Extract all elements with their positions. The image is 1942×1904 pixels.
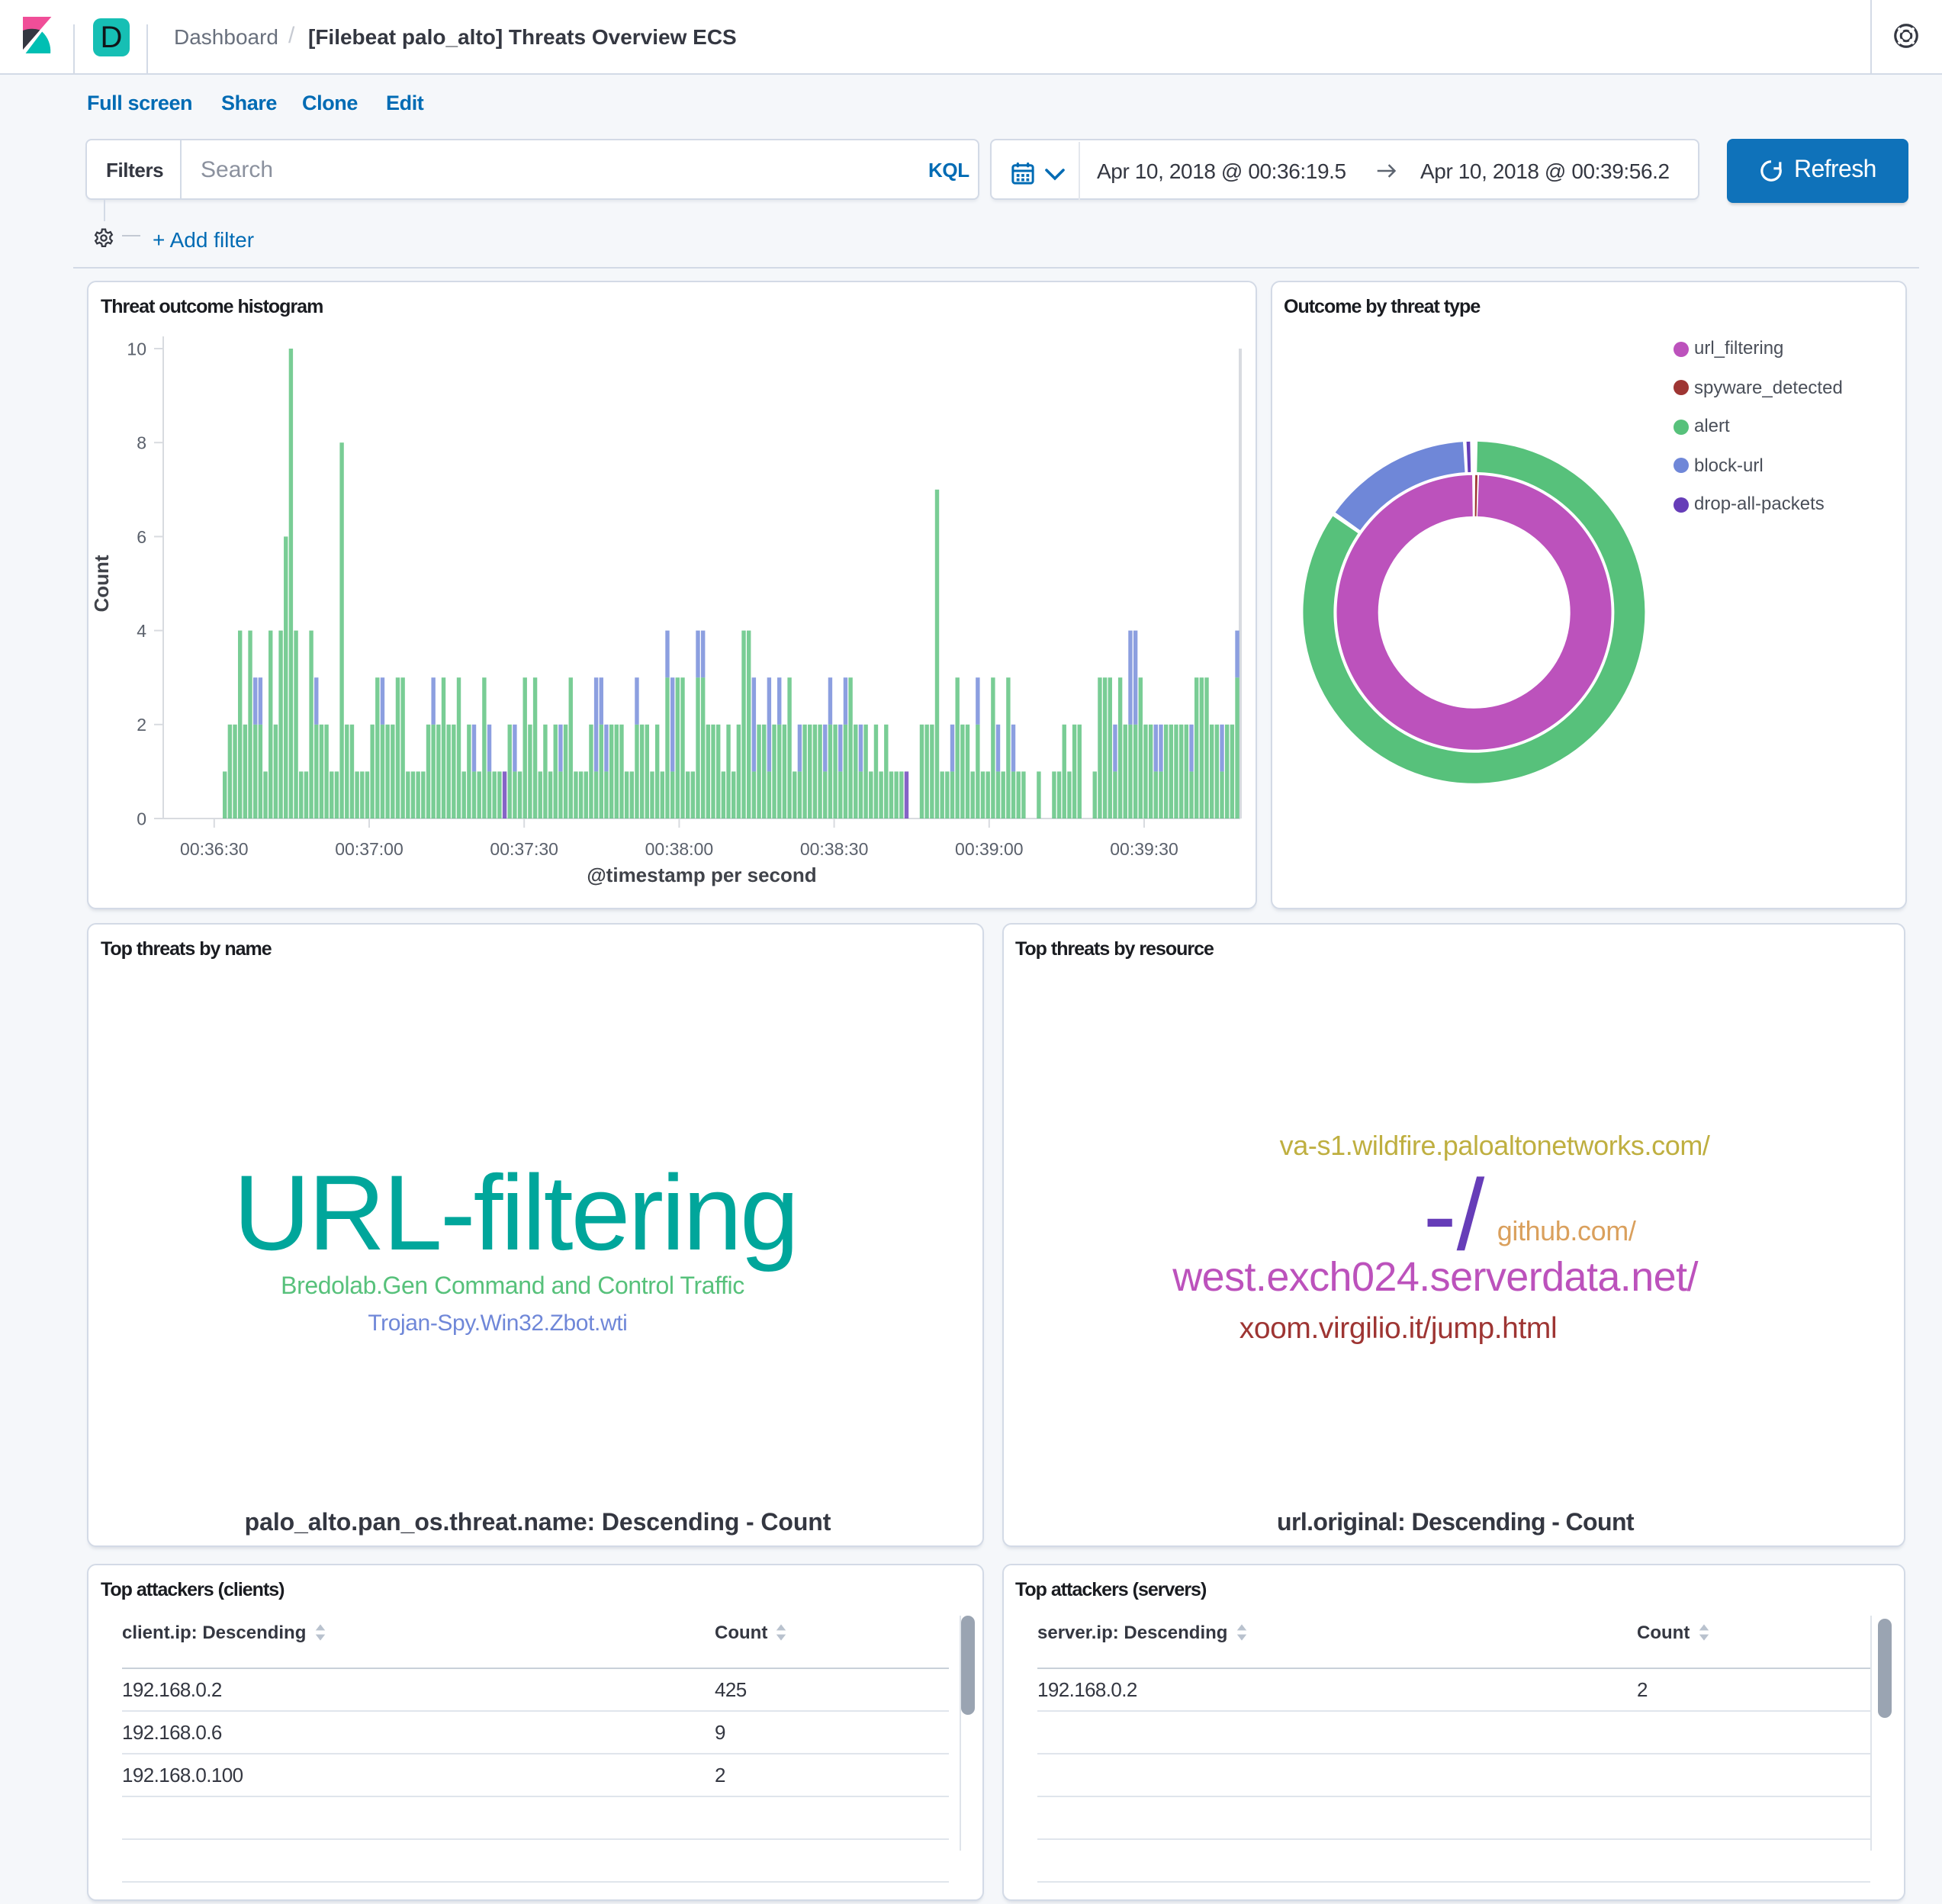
svg-text:00:36:30: 00:36:30 [180,839,249,859]
svg-text:4: 4 [137,621,146,641]
svg-text:Count: Count [90,555,113,612]
svg-text:0: 0 [137,809,146,828]
svg-text:00:37:30: 00:37:30 [490,839,558,859]
svg-text:00:39:30: 00:39:30 [1110,839,1178,859]
svg-text:00:38:30: 00:38:30 [800,839,869,859]
svg-text:2: 2 [137,715,146,735]
svg-text:8: 8 [137,433,146,453]
svg-text:6: 6 [137,527,146,547]
svg-text:00:39:00: 00:39:00 [955,839,1024,859]
svg-text:10: 10 [127,339,146,359]
svg-text:00:37:00: 00:37:00 [335,839,404,859]
svg-text:00:38:00: 00:38:00 [645,839,714,859]
svg-text:@timestamp per second: @timestamp per second [587,864,816,886]
